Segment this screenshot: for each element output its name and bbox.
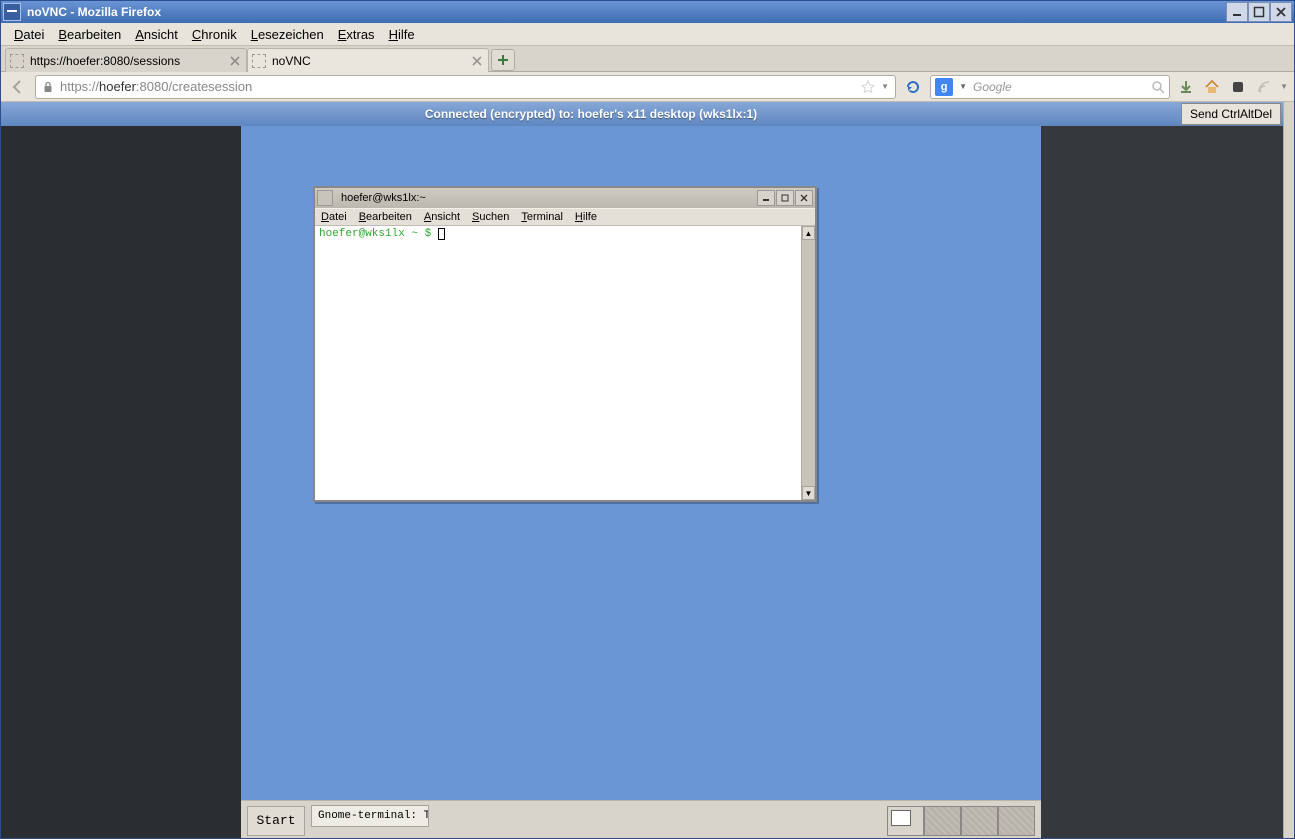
window-titlebar[interactable]: noVNC - Mozilla Firefox	[1, 1, 1294, 23]
search-icon[interactable]	[1151, 80, 1165, 94]
tab-close-icon[interactable]	[228, 54, 242, 68]
page-icon	[10, 54, 24, 68]
remote-desktop-area[interactable]: hoefer@wks1lx:~ Datei Bearbeiten Ansicht…	[241, 126, 1041, 800]
term-menu-bearbeiten[interactable]: Bearbeiten	[359, 211, 412, 223]
content-area: Connected (encrypted) to: hoefer's x11 d…	[1, 102, 1294, 838]
menu-bearbeiten[interactable]: Bearbeiten	[51, 25, 128, 44]
terminal-menubar: Datei Bearbeiten Ansicht Suchen Terminal…	[315, 208, 815, 226]
menu-datei[interactable]: Datei	[7, 25, 51, 44]
taskbar-item-terminal[interactable]: Gnome-terminal: Te	[311, 805, 429, 827]
start-button[interactable]: Start	[247, 806, 305, 836]
firefox-menubar: Datei Bearbeiten Ansicht Chronik Lesezei…	[1, 23, 1294, 46]
workspace-1[interactable]	[887, 806, 924, 836]
novnc-status-bar: Connected (encrypted) to: hoefer's x11 d…	[1, 102, 1283, 126]
downloads-button[interactable]	[1176, 77, 1196, 97]
tab-novnc[interactable]: noVNC	[247, 48, 489, 72]
terminal-title: hoefer@wks1lx:~	[341, 192, 756, 204]
terminal-titlebar[interactable]: hoefer@wks1lx:~	[315, 188, 815, 208]
lock-icon	[42, 81, 54, 93]
home-button[interactable]	[1202, 77, 1222, 97]
new-tab-button[interactable]	[491, 49, 515, 71]
minimize-button[interactable]	[1226, 2, 1248, 22]
terminal-scrollbar[interactable]: ▲ ▼	[801, 226, 815, 500]
scroll-track[interactable]	[802, 240, 815, 486]
page-icon	[252, 54, 266, 68]
tab-sessions[interactable]: https://hoefer:8080/sessions	[5, 48, 247, 72]
feed-button[interactable]	[1254, 77, 1274, 97]
page-scrollbar[interactable]	[1283, 102, 1294, 838]
terminal-cursor	[438, 228, 445, 240]
terminal-close-button[interactable]	[795, 190, 813, 206]
remote-desktop[interactable]: hoefer@wks1lx:~ Datei Bearbeiten Ansicht…	[241, 126, 1041, 838]
term-menu-suchen[interactable]: Suchen	[472, 211, 509, 223]
back-button[interactable]	[7, 76, 29, 98]
remote-taskbar: Start Gnome-terminal: Te	[241, 800, 1041, 838]
terminal-maximize-button[interactable]	[776, 190, 794, 206]
bookmark-star-icon[interactable]	[861, 80, 875, 94]
term-menu-terminal[interactable]: Terminal	[521, 211, 563, 223]
terminal-minimize-button[interactable]	[757, 190, 775, 206]
term-menu-datei[interactable]: Datei	[321, 211, 347, 223]
search-engine-dropdown-icon[interactable]: ▼	[959, 82, 967, 91]
tab-title: https://hoefer:8080/sessions	[30, 54, 222, 68]
terminal-system-icon[interactable]	[317, 190, 333, 206]
url-text: https://hoefer:8080/createsession	[60, 79, 855, 94]
workspace-4[interactable]	[998, 806, 1035, 836]
send-ctrlaltdel-button[interactable]: Send CtrlAltDel	[1181, 103, 1281, 125]
workspace-2[interactable]	[924, 806, 961, 836]
menu-hilfe[interactable]: Hilfe	[382, 25, 422, 44]
maximize-button[interactable]	[1248, 2, 1270, 22]
firefox-window: noVNC - Mozilla Firefox Datei Bearbeiten…	[0, 0, 1295, 839]
scroll-down-icon[interactable]: ▼	[802, 486, 815, 500]
window-title: noVNC - Mozilla Firefox	[27, 5, 161, 19]
close-button[interactable]	[1270, 2, 1292, 22]
menu-chronik[interactable]: Chronik	[185, 25, 244, 44]
terminal-body[interactable]: hoefer@wks1lx ~ $ ▲ ▼	[315, 226, 815, 500]
url-bar[interactable]: https://hoefer:8080/createsession ▼	[35, 75, 896, 99]
addon-button[interactable]	[1228, 77, 1248, 97]
term-menu-hilfe[interactable]: Hilfe	[575, 211, 597, 223]
workspace-3[interactable]	[961, 806, 998, 836]
terminal-prompt: hoefer@wks1lx ~ $	[319, 228, 438, 240]
scroll-up-icon[interactable]: ▲	[802, 226, 815, 240]
terminal-window[interactable]: hoefer@wks1lx:~ Datei Bearbeiten Ansicht…	[313, 186, 817, 502]
dropdown-icon[interactable]: ▼	[881, 82, 889, 91]
tab-close-icon[interactable]	[470, 54, 484, 68]
search-placeholder: Google	[973, 80, 1145, 94]
term-menu-ansicht[interactable]: Ansicht	[424, 211, 460, 223]
tab-title: noVNC	[272, 54, 464, 68]
toolbar-dropdown-icon[interactable]: ▼	[1280, 82, 1288, 91]
terminal-text[interactable]: hoefer@wks1lx ~ $	[315, 226, 801, 500]
workspace-pager	[887, 806, 1035, 836]
menu-ansicht[interactable]: Ansicht	[128, 25, 185, 44]
search-engine-icon[interactable]: g	[935, 78, 953, 96]
tab-strip: https://hoefer:8080/sessions noVNC	[1, 46, 1294, 72]
system-menu-icon[interactable]	[3, 3, 21, 21]
novnc-status-text: Connected (encrypted) to: hoefer's x11 d…	[1, 107, 1181, 121]
search-box[interactable]: g ▼ Google	[930, 75, 1170, 99]
menu-extras[interactable]: Extras	[331, 25, 382, 44]
nav-toolbar: https://hoefer:8080/createsession ▼ g ▼ …	[1, 72, 1294, 102]
reload-button[interactable]	[902, 76, 924, 98]
menu-lesezeichen[interactable]: Lesezeichen	[244, 25, 331, 44]
